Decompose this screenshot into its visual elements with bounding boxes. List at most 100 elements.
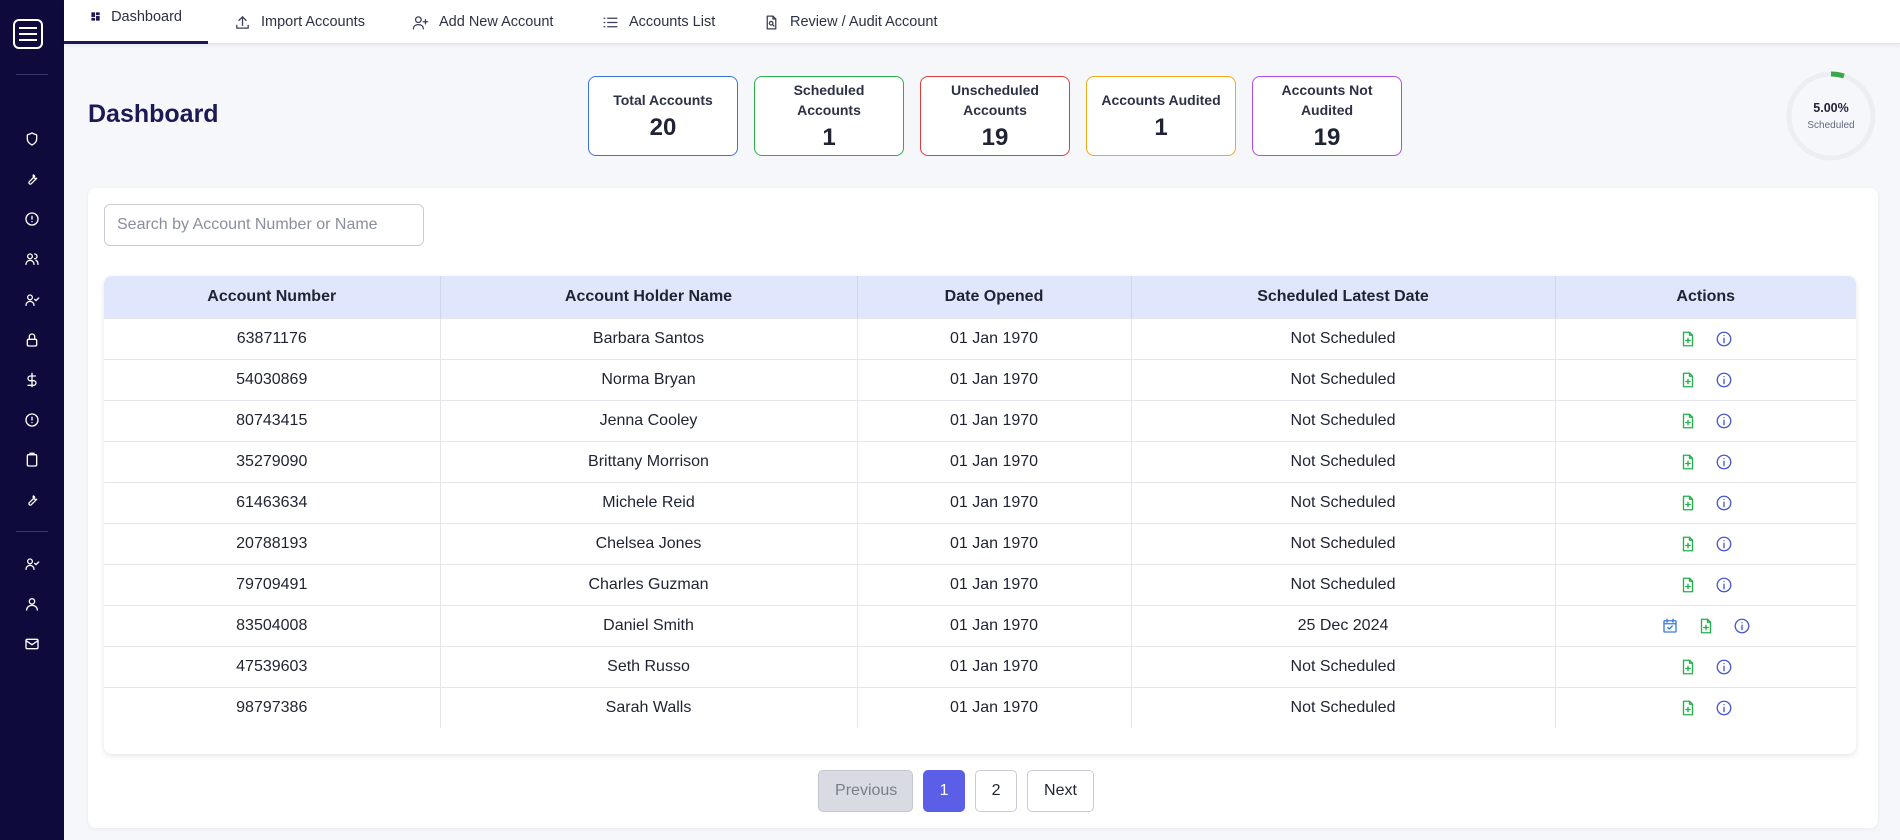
info-icon[interactable] bbox=[1714, 493, 1734, 513]
info-icon[interactable] bbox=[1714, 411, 1734, 431]
next-page-button[interactable]: Next bbox=[1027, 770, 1094, 812]
scheduled-accounts-card: Scheduled Accounts 1 bbox=[754, 76, 904, 156]
progress-label: Scheduled bbox=[1807, 120, 1855, 131]
account-number-cell: 80743415 bbox=[104, 399, 441, 441]
info-icon[interactable] bbox=[1714, 575, 1734, 595]
tab-label: Add New Account bbox=[439, 14, 554, 30]
table-header-row: Account Number Account Holder Name Date … bbox=[104, 276, 1856, 318]
scheduled-latest-date-cell: Not Scheduled bbox=[1131, 686, 1556, 728]
page-1-button[interactable]: 1 bbox=[923, 770, 966, 812]
scheduled-latest-date-cell: Not Scheduled bbox=[1131, 481, 1556, 523]
wrench-icon[interactable] bbox=[22, 169, 42, 189]
clipboard-icon[interactable] bbox=[22, 450, 42, 470]
stat-label-line: Accounts bbox=[963, 102, 1027, 118]
date-opened-cell: 01 Jan 1970 bbox=[857, 686, 1132, 728]
scheduled-latest-date-cell: Not Scheduled bbox=[1131, 440, 1556, 482]
mail-icon[interactable] bbox=[22, 634, 42, 654]
add-document-icon[interactable] bbox=[1678, 534, 1698, 554]
stat-value: 1 bbox=[822, 124, 836, 151]
date-opened-cell: 01 Jan 1970 bbox=[857, 645, 1132, 687]
actions-cell bbox=[1555, 686, 1856, 728]
account-holder-name-cell: Barbara Santos bbox=[440, 317, 858, 359]
tab-accounts-list[interactable]: Accounts List bbox=[576, 0, 741, 44]
add-document-icon[interactable] bbox=[1678, 370, 1698, 390]
info-icon[interactable] bbox=[1714, 657, 1734, 677]
shield-icon[interactable] bbox=[22, 129, 42, 149]
add-document-icon[interactable] bbox=[1678, 493, 1698, 513]
sidebar bbox=[0, 0, 64, 840]
account-number-cell: 54030869 bbox=[104, 358, 441, 400]
upload-icon bbox=[236, 15, 249, 29]
info-icon[interactable] bbox=[1714, 370, 1734, 390]
info-icon[interactable] bbox=[1714, 534, 1734, 554]
add-document-icon[interactable] bbox=[1678, 657, 1698, 677]
column-header-date-opened[interactable]: Date Opened bbox=[857, 276, 1132, 318]
add-document-icon[interactable] bbox=[1678, 698, 1698, 718]
date-opened-cell: 01 Jan 1970 bbox=[857, 563, 1132, 605]
stat-label-line: Audited bbox=[1300, 102, 1354, 118]
table-row: 54030869 Norma Bryan 01 Jan 1970 Not Schedu… bbox=[104, 358, 1856, 400]
account-holder-name-cell: Seth Russo bbox=[440, 645, 858, 687]
date-opened-cell: 01 Jan 1970 bbox=[857, 604, 1132, 646]
scheduled-latest-date-cell: Not Scheduled bbox=[1131, 358, 1556, 400]
scheduled-latest-date-cell: Not Scheduled bbox=[1131, 522, 1556, 564]
stat-label: Accounts Not Audited bbox=[1282, 80, 1373, 120]
account-holder-name-cell: Michele Reid bbox=[440, 481, 858, 523]
date-opened-cell: 01 Jan 1970 bbox=[857, 440, 1132, 482]
column-header-account-number[interactable]: Account Number bbox=[104, 276, 441, 318]
actions-cell bbox=[1555, 399, 1856, 441]
info-icon[interactable] bbox=[1714, 452, 1734, 472]
table-row: 98797386 Sarah Walls 01 Jan 1970 Not Schedu… bbox=[104, 686, 1856, 728]
tab-add-new-account[interactable]: Add New Account bbox=[386, 0, 579, 44]
tab-dashboard[interactable]: Dashboard bbox=[64, 0, 208, 44]
date-opened-cell: 01 Jan 1970 bbox=[857, 481, 1132, 523]
tab-review-audit-account[interactable]: Review / Audit Account bbox=[737, 0, 964, 44]
lock-icon[interactable] bbox=[22, 330, 42, 350]
column-header-account-holder-name[interactable]: Account Holder Name bbox=[440, 276, 858, 318]
user-icon[interactable] bbox=[22, 594, 42, 614]
scheduled-progress-ring: 5.00% Scheduled bbox=[1785, 70, 1877, 162]
add-document-icon[interactable] bbox=[1696, 616, 1716, 636]
alert-circle-icon[interactable] bbox=[22, 410, 42, 430]
column-header-scheduled-latest-date[interactable]: Scheduled Latest Date bbox=[1131, 276, 1556, 318]
stat-label: Unscheduled Accounts bbox=[951, 80, 1039, 120]
account-holder-name-cell: Sarah Walls bbox=[440, 686, 858, 728]
accounts-audited-card: Accounts Audited 1 bbox=[1086, 76, 1236, 156]
add-document-icon[interactable] bbox=[1678, 452, 1698, 472]
tab-label: Review / Audit Account bbox=[790, 14, 938, 30]
previous-page-button[interactable]: Previous bbox=[818, 770, 914, 812]
stat-label: Accounts Audited bbox=[1101, 90, 1220, 110]
stat-label-line: Scheduled bbox=[793, 82, 865, 98]
actions-cell bbox=[1555, 440, 1856, 482]
account-number-cell: 79709491 bbox=[104, 563, 441, 605]
search-input[interactable] bbox=[104, 204, 424, 246]
info-icon[interactable] bbox=[1732, 616, 1752, 636]
dollar-icon[interactable] bbox=[22, 370, 42, 390]
info-icon[interactable] bbox=[1714, 698, 1734, 718]
add-document-icon[interactable] bbox=[1678, 411, 1698, 431]
hamburger-menu-icon[interactable] bbox=[13, 19, 43, 49]
table-row: 35279090 Brittany Morrison 01 Jan 1970 Not … bbox=[104, 440, 1856, 482]
actions-cell bbox=[1555, 563, 1856, 605]
stat-label-line: Accounts Not bbox=[1281, 82, 1373, 98]
users-icon[interactable] bbox=[22, 249, 42, 269]
date-opened-cell: 01 Jan 1970 bbox=[857, 399, 1132, 441]
wrench-icon[interactable] bbox=[22, 490, 42, 510]
table-row: 61463634 Michele Reid 01 Jan 1970 Not Sched… bbox=[104, 481, 1856, 523]
calendar-check-icon[interactable] bbox=[1660, 616, 1680, 636]
stat-value: 19 bbox=[1313, 124, 1341, 151]
date-opened-cell: 01 Jan 1970 bbox=[857, 522, 1132, 564]
sidebar-divider bbox=[16, 531, 48, 532]
stat-label: Total Accounts bbox=[613, 90, 713, 110]
scheduled-latest-date-cell: Not Scheduled bbox=[1131, 563, 1556, 605]
page-2-button[interactable]: 2 bbox=[975, 770, 1018, 812]
scheduled-latest-date-cell: Not Scheduled bbox=[1131, 399, 1556, 441]
add-document-icon[interactable] bbox=[1678, 329, 1698, 349]
add-document-icon[interactable] bbox=[1678, 575, 1698, 595]
tab-import-accounts[interactable]: Import Accounts bbox=[208, 0, 391, 44]
info-icon[interactable] bbox=[1714, 329, 1734, 349]
user-check-icon[interactable] bbox=[22, 554, 42, 574]
table-row: 47539603 Seth Russo 01 Jan 1970 Not Schedul… bbox=[104, 645, 1856, 687]
alert-circle-icon[interactable] bbox=[22, 209, 42, 229]
user-check-icon[interactable] bbox=[22, 290, 42, 310]
